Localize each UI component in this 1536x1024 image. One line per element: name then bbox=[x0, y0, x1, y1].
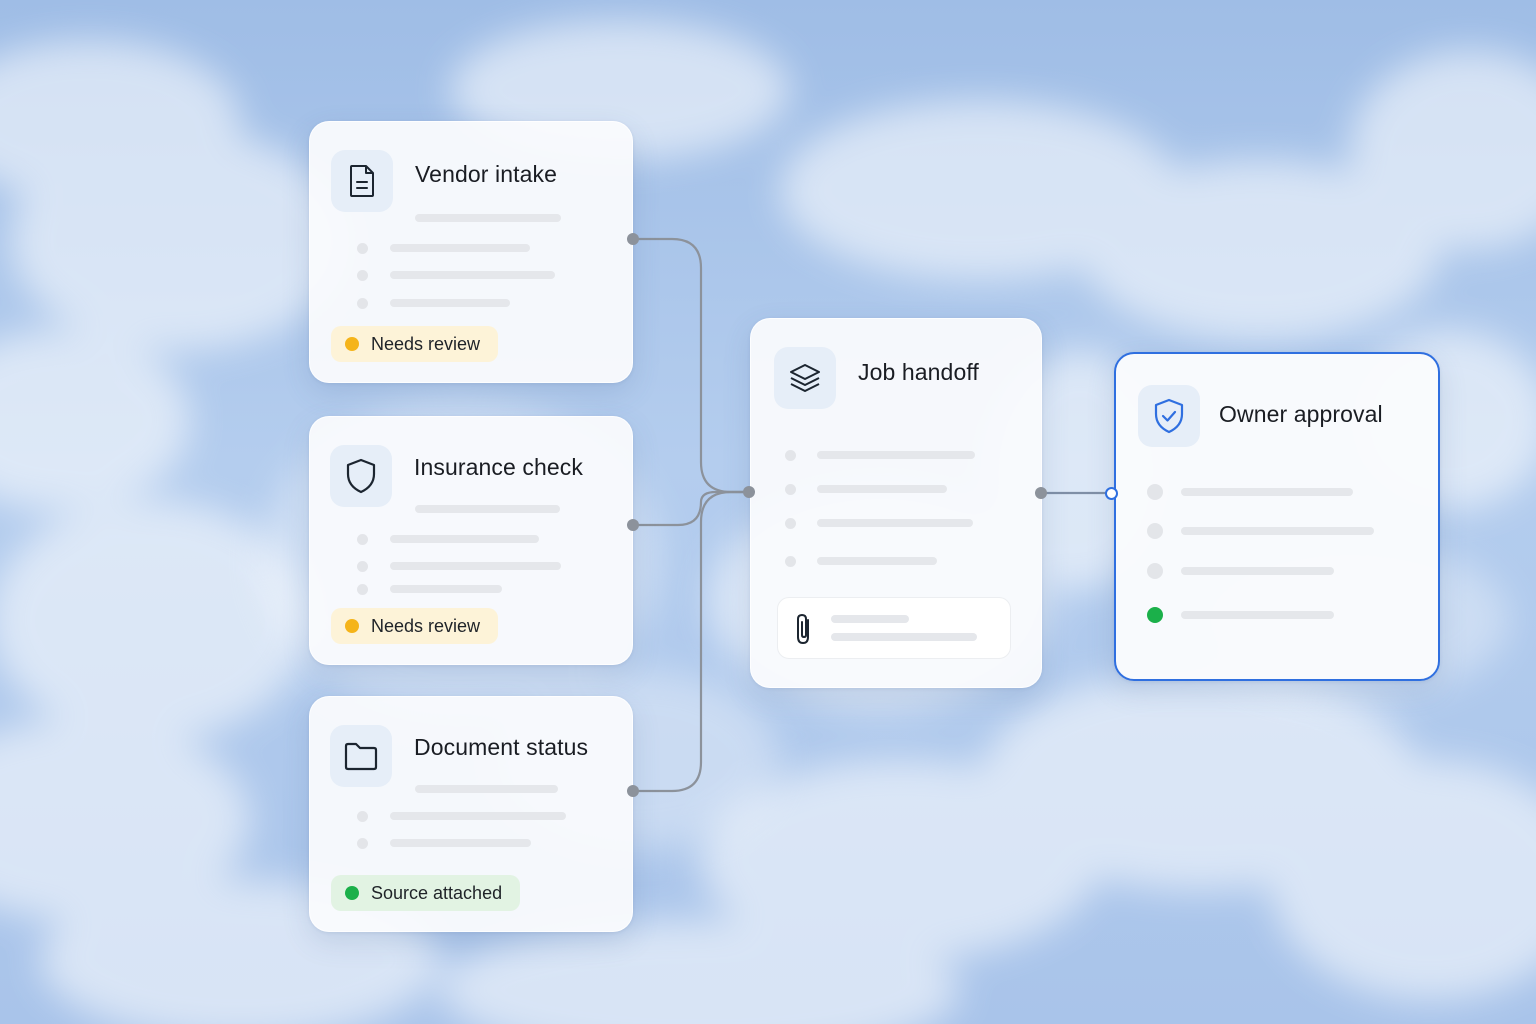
card-title: Insurance check bbox=[414, 454, 583, 480]
status-badge: Needs review bbox=[331, 608, 499, 644]
placeholder-line bbox=[390, 271, 555, 279]
status-badge-label: Needs review bbox=[371, 615, 481, 636]
status-dot bbox=[345, 886, 359, 900]
placeholder-line bbox=[817, 519, 973, 527]
placeholder-line bbox=[390, 535, 539, 543]
list-bullet bbox=[357, 534, 368, 545]
attachment-meta-line bbox=[831, 633, 977, 641]
placeholder-line bbox=[390, 244, 530, 252]
placeholder-line bbox=[1181, 527, 1374, 535]
card-title: Job handoff bbox=[858, 359, 979, 385]
job-handoff-card[interactable]: Job handoff bbox=[750, 318, 1042, 688]
placeholder-line bbox=[1181, 488, 1353, 496]
shield-icon bbox=[346, 458, 376, 494]
document-status-icon-tile bbox=[330, 725, 392, 787]
list-bullet bbox=[357, 270, 368, 281]
output-port[interactable] bbox=[627, 785, 639, 797]
placeholder-line bbox=[415, 214, 561, 222]
status-dot bbox=[345, 619, 359, 633]
card-title: Owner approval bbox=[1219, 401, 1383, 427]
job-handoff-icon-tile bbox=[774, 347, 836, 409]
placeholder-line bbox=[415, 785, 558, 793]
placeholder-line bbox=[390, 812, 566, 820]
list-bullet bbox=[1147, 523, 1163, 539]
folder-icon bbox=[344, 742, 378, 771]
list-bullet bbox=[1147, 563, 1163, 579]
list-bullet bbox=[785, 556, 796, 567]
vendor-intake-card[interactable]: Vendor intake Needs review bbox=[309, 121, 633, 383]
placeholder-line bbox=[390, 585, 502, 593]
insurance-check-card[interactable]: Insurance check Needs review bbox=[309, 416, 633, 665]
list-bullet bbox=[357, 243, 368, 254]
output-port[interactable] bbox=[1035, 487, 1047, 499]
placeholder-line bbox=[817, 485, 947, 493]
shield-check-icon bbox=[1154, 398, 1184, 434]
owner-approval-icon-tile bbox=[1138, 385, 1200, 447]
placeholder-line bbox=[415, 505, 560, 513]
card-title: Document status bbox=[414, 734, 589, 760]
list-bullet bbox=[785, 518, 796, 529]
list-bullet bbox=[357, 561, 368, 572]
approved-bullet bbox=[1147, 607, 1163, 623]
list-bullet bbox=[357, 838, 368, 849]
placeholder-line bbox=[817, 557, 937, 565]
placeholder-line bbox=[817, 451, 975, 459]
output-port[interactable] bbox=[627, 233, 639, 245]
card-title: Vendor intake bbox=[415, 161, 557, 187]
list-bullet bbox=[785, 450, 796, 461]
placeholder-line bbox=[390, 839, 531, 847]
placeholder-line bbox=[390, 299, 510, 307]
document-icon bbox=[350, 165, 374, 197]
list-bullet bbox=[357, 584, 368, 595]
paperclip-icon bbox=[797, 613, 809, 645]
list-bullet bbox=[1147, 484, 1163, 500]
attachment-name-line bbox=[831, 615, 909, 623]
input-port[interactable] bbox=[743, 486, 755, 498]
status-dot bbox=[345, 337, 359, 351]
input-port[interactable] bbox=[1105, 487, 1118, 500]
status-badge-label: Needs review bbox=[371, 333, 481, 354]
status-badge: Source attached bbox=[331, 875, 521, 911]
insurance-check-icon-tile bbox=[330, 445, 392, 507]
attachment-row[interactable] bbox=[777, 597, 1011, 659]
owner-approval-card[interactable]: Owner approval bbox=[1114, 352, 1440, 681]
status-badge: Needs review bbox=[331, 326, 499, 362]
document-status-card[interactable]: Document status Source attached bbox=[309, 696, 633, 932]
placeholder-line bbox=[1181, 611, 1334, 619]
list-bullet bbox=[785, 484, 796, 495]
status-badge-label: Source attached bbox=[371, 882, 503, 903]
list-bullet bbox=[357, 811, 368, 822]
placeholder-line bbox=[1181, 567, 1334, 575]
output-port[interactable] bbox=[627, 519, 639, 531]
list-bullet bbox=[357, 298, 368, 309]
layers-icon bbox=[790, 364, 820, 392]
vendor-intake-icon-tile bbox=[331, 150, 393, 212]
placeholder-line bbox=[390, 562, 561, 570]
